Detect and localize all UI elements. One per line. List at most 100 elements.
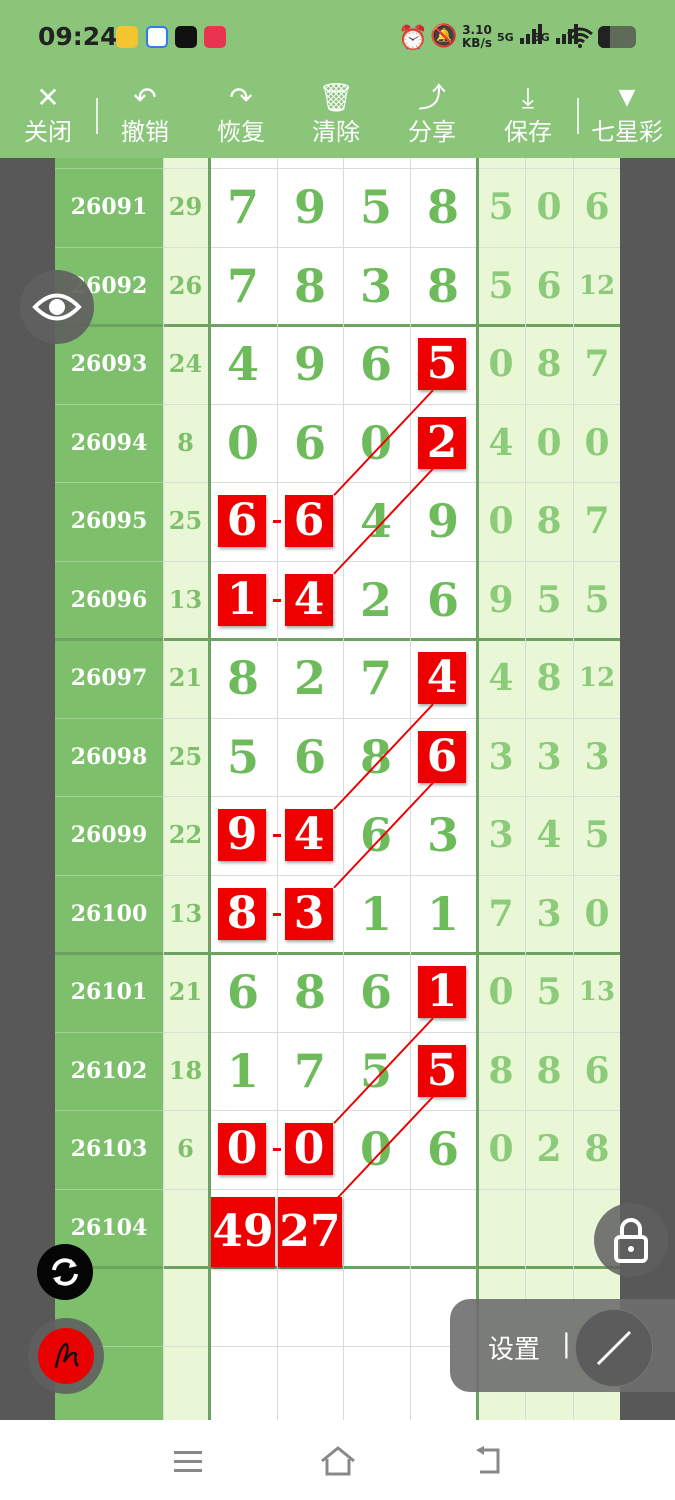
digit-cell[interactable]: 5 <box>343 1032 409 1110</box>
digit-cell[interactable]: 6 <box>343 953 409 1031</box>
marked-digit[interactable]: 6 <box>418 730 466 783</box>
digit-cell[interactable]: 9 <box>277 168 343 246</box>
digit-cell[interactable]: 8 <box>210 639 276 717</box>
lock-button[interactable] <box>594 1203 668 1277</box>
marked-digit[interactable]: 5 <box>418 1044 466 1097</box>
issue-number: 26095 <box>70 508 148 534</box>
marked-digit[interactable]: 5 <box>418 338 466 391</box>
marked-digit[interactable]: 1 <box>418 966 466 1019</box>
digit-cell[interactable] <box>410 1189 476 1267</box>
digit-cell[interactable] <box>343 1189 409 1267</box>
settings-button[interactable]: 设置 <box>488 1329 540 1366</box>
digit-cell[interactable]: 1 <box>210 1032 276 1110</box>
clear-button[interactable]: 🗑 清除 <box>296 76 376 158</box>
digit-cell[interactable]: 8 <box>277 953 343 1031</box>
digit-cell[interactable]: 9 <box>277 325 343 403</box>
digit-cell[interactable]: 8 <box>343 718 409 796</box>
close-button[interactable]: ✕ 关闭 <box>8 76 88 158</box>
digit-cell[interactable]: 6 <box>210 953 276 1031</box>
save-button[interactable]: ⤓ 保存 <box>488 76 568 158</box>
digit-cell[interactable]: 7 <box>210 247 276 325</box>
digit-cell[interactable]: 0 <box>210 404 276 482</box>
marked-digit[interactable]: 4 <box>285 809 333 862</box>
digit-cell[interactable]: 7 <box>277 1032 343 1110</box>
redo-label: 恢复 <box>217 118 265 146</box>
span-digit: 4 <box>488 657 514 699</box>
signal-label-1: 5G <box>497 31 514 44</box>
sum-value: 29 <box>168 192 203 221</box>
digit-cell[interactable]: 9 <box>410 482 476 560</box>
undo-button[interactable]: ↶ 撤销 <box>105 76 185 158</box>
sum-value: 22 <box>168 820 203 849</box>
span-digit: 5 <box>584 814 610 856</box>
digit-cell[interactable]: 5 <box>343 168 409 246</box>
share-button[interactable]: ⤴ 分享 <box>392 76 472 158</box>
toolbar-divider <box>96 98 98 134</box>
span-digit: 8 <box>536 500 562 542</box>
marked-digit[interactable]: 3 <box>285 887 333 940</box>
home-icon[interactable] <box>318 1444 358 1478</box>
issue-number: 26103 <box>70 1136 148 1162</box>
digit-cell[interactable]: 3 <box>410 796 476 874</box>
digit-cell[interactable]: 4 <box>343 482 409 560</box>
marked-digit[interactable]: 27 <box>278 1196 342 1267</box>
digit-cell[interactable]: 6 <box>410 1110 476 1188</box>
digit-cell[interactable]: 8 <box>410 247 476 325</box>
digit-cell[interactable]: 5 <box>210 718 276 796</box>
lock-icon <box>614 1218 648 1263</box>
digit-cell[interactable]: 6 <box>343 325 409 403</box>
marked-digit[interactable]: 9 <box>218 809 266 862</box>
network-speed: 3.10 KB/s <box>462 24 492 50</box>
digit-cell[interactable]: 2 <box>343 561 409 639</box>
issue-number: 26098 <box>70 744 148 770</box>
digit-cell[interactable]: 6 <box>277 404 343 482</box>
span-digit: 3 <box>488 736 514 778</box>
marked-digit[interactable]: 0 <box>285 1123 333 1176</box>
redo-button[interactable]: ↷ 恢复 <box>201 76 281 158</box>
trend-chart[interactable]: 26091 29 7 9 5 8 5 0 6 26092 26 7 8 3 8 5 6 12 26093 24 4 9 6 5… <box>55 158 620 1420</box>
lottery-type-dropdown[interactable]: ▼ 七星彩 <box>587 76 667 158</box>
triangle-down-icon: ▼ <box>618 85 636 110</box>
back-icon[interactable] <box>470 1446 504 1476</box>
marked-digit[interactable]: 1 <box>218 573 266 626</box>
network-speed-unit: KB/s <box>462 36 492 50</box>
eye-icon <box>32 293 82 321</box>
span-digit: 3 <box>536 736 562 778</box>
marked-digit[interactable]: 6 <box>218 495 266 548</box>
close-label: 关闭 <box>24 118 72 146</box>
span-digit: 8 <box>536 657 562 699</box>
marked-digit[interactable]: 4 <box>285 573 333 626</box>
digit-cell[interactable]: 1 <box>343 875 409 953</box>
digit-cell[interactable]: 8 <box>277 247 343 325</box>
marked-digit[interactable]: 6 <box>285 495 333 548</box>
marked-digit[interactable]: 4 <box>418 652 466 705</box>
digit-cell[interactable]: 7 <box>343 639 409 717</box>
span-digit: 0 <box>536 422 562 464</box>
issue-number: 26097 <box>70 665 148 691</box>
line-tool-button[interactable] <box>575 1309 653 1387</box>
refresh-button[interactable] <box>37 1244 93 1300</box>
pen-button[interactable] <box>28 1318 104 1394</box>
digit-cell[interactable]: 7 <box>210 168 276 246</box>
marked-digit[interactable]: 0 <box>218 1123 266 1176</box>
span-digit: 8 <box>584 1128 610 1170</box>
digit-cell[interactable]: 4 <box>210 325 276 403</box>
sum-value: 24 <box>168 349 203 378</box>
sum-value: 18 <box>168 1056 203 1085</box>
menu-icon[interactable] <box>172 1448 204 1474</box>
digit-cell[interactable]: 6 <box>410 561 476 639</box>
digit-cell[interactable]: 3 <box>343 247 409 325</box>
digit-cell[interactable]: 0 <box>343 404 409 482</box>
span-digit: 8 <box>536 343 562 385</box>
digit-cell[interactable]: 2 <box>277 639 343 717</box>
sum-value: 25 <box>168 742 203 771</box>
digit-cell[interactable]: 0 <box>343 1110 409 1188</box>
eye-toggle-button[interactable] <box>20 270 94 344</box>
marked-digit[interactable]: 2 <box>418 416 466 469</box>
digit-cell[interactable]: 8 <box>410 168 476 246</box>
digit-cell[interactable]: 6 <box>343 796 409 874</box>
marked-digit[interactable]: 8 <box>218 887 266 940</box>
marked-digit[interactable]: 49 <box>211 1196 275 1267</box>
digit-cell[interactable]: 6 <box>277 718 343 796</box>
digit-cell[interactable]: 1 <box>410 875 476 953</box>
